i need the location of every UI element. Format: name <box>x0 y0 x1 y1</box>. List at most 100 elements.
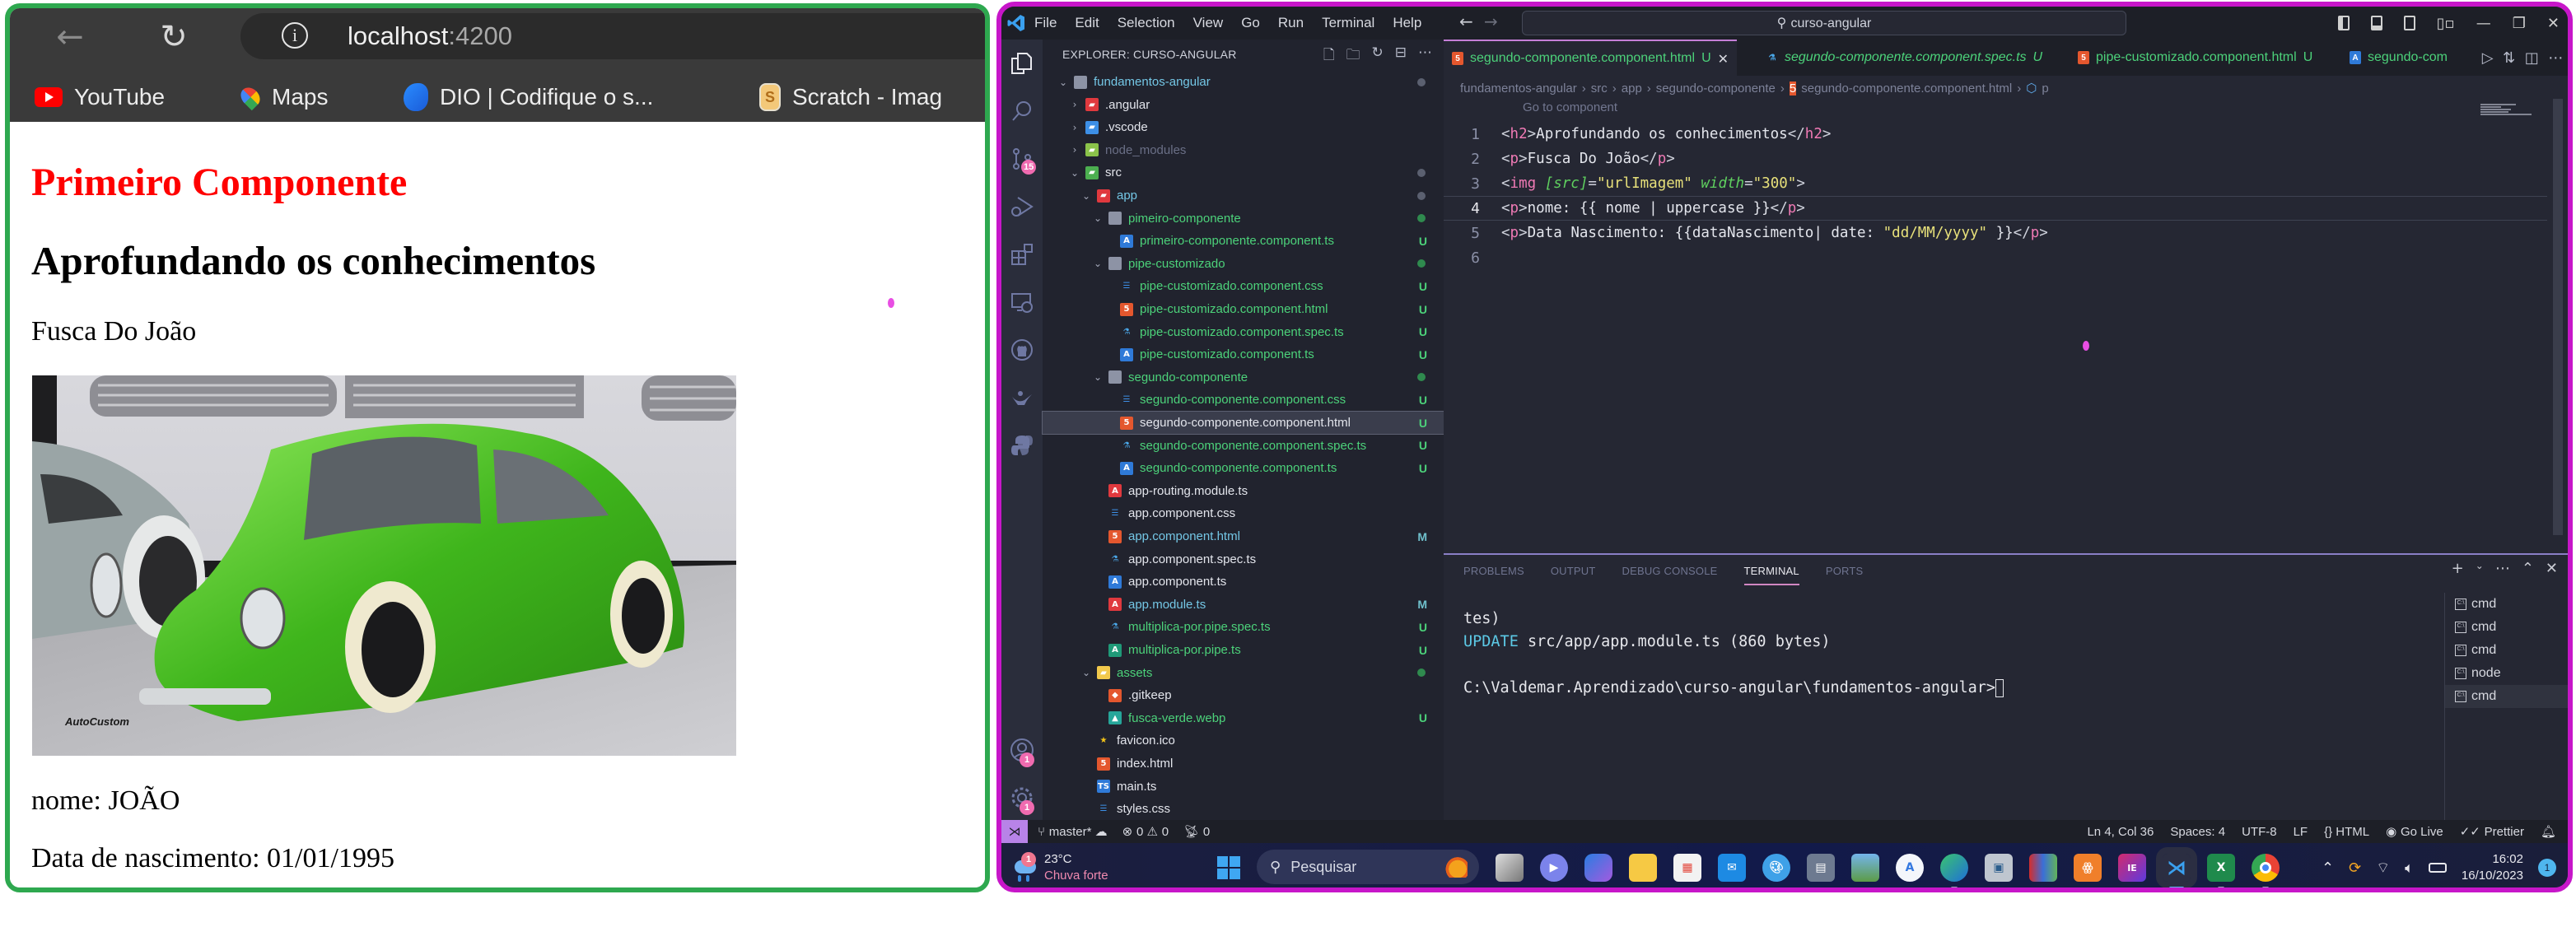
menu-terminal[interactable]: Terminal <box>1322 15 1374 31</box>
tree-folder[interactable]: ⌄ ▰ pipe-customizado <box>1043 253 1444 275</box>
editor-tab[interactable]: 5 pipe-customizado.component.html U <box>2070 40 2321 76</box>
tree-file[interactable]: Apipe-customizado.component.ts U <box>1043 343 1444 366</box>
tree-file[interactable]: 5 pipe-customizado.component.html U <box>1043 298 1444 320</box>
cursor-position[interactable]: Ln 4, Col 36 <box>2087 825 2154 839</box>
breadcrumb-item[interactable]: p <box>2042 82 2048 95</box>
remote-explorer-icon[interactable] <box>1001 282 1043 323</box>
breadcrumb-item[interactable]: src <box>1591 82 1608 95</box>
problems-status[interactable]: ⊗ 0 ⚠ 0 <box>1122 824 1169 839</box>
terminal-instance[interactable]: C:\ cmd <box>2445 639 2568 662</box>
search-icon[interactable] <box>1001 91 1043 132</box>
notifications-bell-icon[interactable]: 🔔︎ <box>2541 824 2556 839</box>
nav-back-arrow-icon[interactable]: ← <box>1459 12 1473 31</box>
run-debug-icon[interactable] <box>1001 186 1043 227</box>
collapse-all-icon[interactable]: ⊟ <box>1395 44 1407 68</box>
terminal-instance[interactable]: C:\ cmd <box>2445 593 2568 616</box>
tree-folder[interactable]: ⌄ ▰ fundamentos-angular <box>1043 71 1444 93</box>
microsoft-store-icon[interactable]: ▦ <box>1673 854 1701 882</box>
maximize-button[interactable]: ❐ <box>2513 15 2526 32</box>
command-center[interactable]: ⚲ curso-angular <box>1522 11 2126 35</box>
encoding[interactable]: UTF-8 <box>2242 825 2277 839</box>
tree-file[interactable]: Aapp.component.ts <box>1043 571 1444 593</box>
tree-file[interactable]: ▲ fusca-verde.webp U <box>1043 707 1444 729</box>
bookmark-youtube[interactable]: YouTube <box>35 81 165 114</box>
panel-tab-terminal[interactable]: TERMINAL <box>1743 565 1799 585</box>
bookmark-scratch[interactable]: S Scratch - Imag <box>759 81 942 114</box>
tree-file[interactable]: Asegundo-componente.component.ts U <box>1043 457 1444 479</box>
tree-file[interactable]: 5 index.html <box>1043 752 1444 775</box>
tree-file[interactable]: ⚗ pipe-customizado.component.spec.ts U <box>1043 321 1444 343</box>
code-line[interactable]: 2 < p > Fusca Do João </p > <box>1444 147 2547 171</box>
mail-icon[interactable]: ✉ <box>1718 854 1746 882</box>
sync-cloud-icon[interactable]: ☁ <box>1095 824 1108 839</box>
url-text[interactable]: localhost:4200 <box>348 20 512 53</box>
split-editor-icon[interactable]: ◫ <box>2525 49 2539 67</box>
tree-file[interactable]: ⚗ multiplica-por.pipe.spec.ts U <box>1043 616 1444 638</box>
code-line[interactable]: 3 < img [src] = "urlImagem" width = "300" > <box>1444 171 2547 196</box>
terminal-output[interactable]: tes) UPDATE src/app/app.module.ts (860 by… <box>1463 608 2004 700</box>
prettier-status[interactable]: ✓✓ Prettier <box>2460 824 2524 839</box>
remote-desktop-icon[interactable]: ▣ <box>1985 854 2013 882</box>
menu-help[interactable]: Help <box>1393 15 1421 31</box>
tree-file[interactable]: ☰ app.component.css <box>1043 502 1444 524</box>
battery-icon[interactable] <box>2428 863 2447 873</box>
editor-tab[interactable]: Asegundo-com <box>2341 40 2456 76</box>
menu-file[interactable]: File <box>1034 15 1057 31</box>
maximize-panel-icon[interactable]: ⌃ <box>2522 560 2534 577</box>
go-live-button[interactable]: ◉ Go Live <box>2386 824 2443 839</box>
minimap[interactable] <box>2480 104 2532 115</box>
edge-icon[interactable] <box>1940 854 1968 887</box>
tree-file[interactable]: ⚗ segundo-componente.component.spec.ts U <box>1043 435 1444 457</box>
editor-tab[interactable]: ⚗ segundo-componente.component.spec.ts U <box>1758 40 2051 76</box>
xampp-icon[interactable]: ꙮ <box>2074 854 2102 882</box>
more-actions-icon[interactable]: ⋯ <box>1418 44 1432 68</box>
explorer-icon[interactable] <box>1001 43 1043 84</box>
end-of-line[interactable]: LF <box>2294 825 2308 839</box>
code-line[interactable]: 5 < p > Data Nascimento: {{dataNascimento| d… <box>1444 221 2547 245</box>
intellij-icon[interactable]: IE <box>2118 854 2146 882</box>
tree-folder[interactable]: ⌄ ▰ app <box>1043 184 1444 207</box>
close-window-button[interactable]: ✕ <box>2547 15 2560 32</box>
customize-layout-icon[interactable]: ▯▫ <box>2437 15 2455 32</box>
panel-more-icon[interactable]: ⋯ <box>2495 560 2510 577</box>
bookmark-dio[interactable]: DIO | Codifique o s... <box>404 81 653 114</box>
address-bar[interactable]: i localhost:4200 <box>240 13 985 59</box>
breadcrumb-item[interactable]: segundo-componente.component.html <box>1801 82 2012 95</box>
tree-file[interactable]: ☰ styles.css <box>1043 798 1444 820</box>
code-editor[interactable]: Go to component 1 < h2 > Aprofundando os con… <box>1444 99 2568 550</box>
close-tab-icon[interactable]: ✕ <box>1718 51 1729 67</box>
codelens-go-to-component[interactable]: Go to component <box>1523 100 1617 114</box>
genie-lamp-icon[interactable] <box>1001 377 1043 418</box>
paint-icon[interactable]: 🎨︎ <box>1762 854 1790 882</box>
tree-file[interactable]: 5 app.component.html M <box>1043 525 1444 547</box>
start-button[interactable] <box>1217 856 1240 879</box>
wifi-icon[interactable]: ⌔ <box>2376 859 2390 878</box>
menu-selection[interactable]: Selection <box>1118 15 1175 31</box>
calculator-icon[interactable]: ▤ <box>1807 854 1835 882</box>
new-folder-icon[interactable]: 🗀 <box>1346 44 1360 68</box>
tree-folder[interactable]: ⌄ ▰ pimeiro-componente <box>1043 207 1444 230</box>
run-icon[interactable]: ▷ <box>2482 49 2494 67</box>
android-studio-icon[interactable]: A <box>1896 854 1924 882</box>
tree-file[interactable]: Aprimeiro-componente.component.ts U <box>1043 230 1444 252</box>
panel-tab-problems[interactable]: PROBLEMS <box>1463 565 1524 585</box>
task-view-icon[interactable] <box>1496 854 1524 882</box>
tree-file[interactable]: Aapp.module.ts M <box>1043 594 1444 616</box>
extensions-icon[interactable] <box>1001 234 1043 275</box>
toggle-panel-icon[interactable] <box>2370 16 2382 30</box>
panel-tab-debug-console[interactable]: DEBUG CONSOLE <box>1622 565 1718 585</box>
minimize-button[interactable]: — <box>2476 15 2491 32</box>
menu-view[interactable]: View <box>1193 15 1224 31</box>
tree-file[interactable]: ☰ segundo-componente.component.css U <box>1043 389 1444 411</box>
panel-tab-output[interactable]: OUTPUT <box>1551 565 1596 585</box>
tree-file[interactable]: ⚗ app.component.spec.ts <box>1043 548 1444 571</box>
weather-widget[interactable]: 1 23°C Chuva forte <box>1013 850 1108 886</box>
site-info-icon[interactable]: i <box>282 22 308 49</box>
photos-icon[interactable] <box>1851 854 1879 882</box>
vscode-taskbar-icon[interactable]: ⋊ <box>2156 847 2197 887</box>
branch-status[interactable]: ⑂ master* ☁ <box>1038 824 1108 839</box>
accounts-icon[interactable]: 1 <box>1001 729 1043 771</box>
tree-folder[interactable]: › ▰ node_modules <box>1043 139 1444 161</box>
teams-icon[interactable]: ▶ <box>1540 854 1568 882</box>
menu-run[interactable]: Run <box>1278 15 1304 31</box>
